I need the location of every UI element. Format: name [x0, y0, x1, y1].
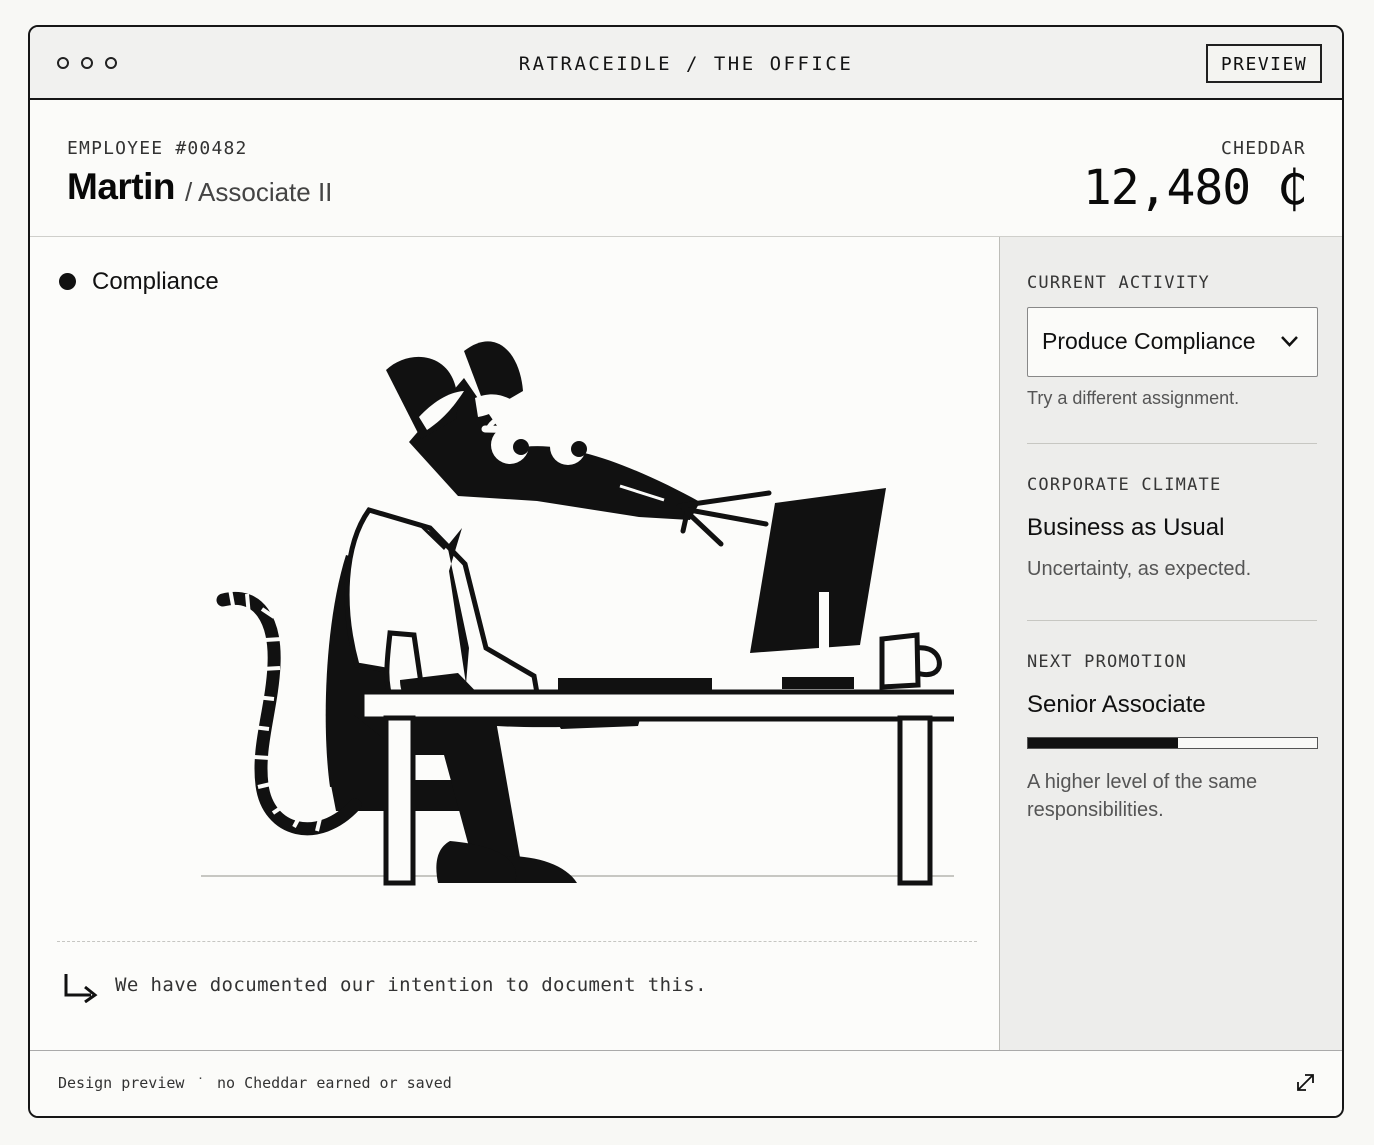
activity-panel: Compliance We have documented our intent…	[30, 237, 1000, 1050]
employee-header: EMPLOYEE #00482 Martin / Associate II CH…	[30, 100, 1342, 237]
corporate-climate-note: Uncertainty, as expected.	[1027, 558, 1252, 580]
preview-footer: Design preview · no Cheddar earned or sa…	[30, 1050, 1342, 1116]
status-dot-icon	[59, 273, 76, 290]
arrow-return-icon	[64, 974, 98, 1003]
footer-separator: ·	[198, 1069, 203, 1086]
employee-id: EMPLOYEE #00482	[67, 138, 248, 159]
desk-leg-right	[897, 715, 933, 886]
app-window: RATRACEIDLE / THE OFFICE PREVIEW EMPLOYE…	[28, 25, 1344, 1118]
desk-top	[359, 689, 954, 722]
activity-help-text: Try a different assignment.	[1027, 388, 1240, 408]
employee-sidebar: CURRENT ACTIVITY Produce Compliance Try …	[1000, 237, 1342, 1050]
footnote-divider	[57, 941, 977, 942]
window-titlebar: RATRACEIDLE / THE OFFICE PREVIEW	[30, 27, 1342, 100]
next-promotion-label: NEXT PROMOTION	[1027, 652, 1188, 672]
employee-role: / Associate II	[185, 177, 333, 207]
current-activity-label: CURRENT ACTIVITY	[1027, 273, 1210, 293]
monitor-stand	[819, 592, 829, 685]
rat-office-worker-illustration	[201, 341, 954, 886]
corporate-climate-value: Business as Usual	[1027, 514, 1225, 541]
cheddar-balance: 12,480 ₵	[1082, 160, 1307, 216]
sidebar-divider	[1027, 620, 1317, 621]
computer-monitor	[750, 488, 886, 653]
footer-design-preview: Design preview	[58, 1074, 185, 1092]
rat-pupil-right	[571, 441, 587, 457]
ear-inner-front	[475, 394, 510, 417]
footer-cheddar-note: no Cheddar earned or saved	[217, 1074, 452, 1092]
keyboard	[558, 678, 712, 690]
employee-name: Martin	[67, 166, 176, 207]
activity-select[interactable]: Produce Compliance	[1027, 307, 1318, 377]
sidebar-divider	[1027, 443, 1317, 444]
preview-button[interactable]: PREVIEW	[1206, 44, 1322, 83]
activity-section-title: Compliance	[92, 268, 219, 295]
next-promotion-note: A higher level of the same responsibilit…	[1027, 771, 1258, 821]
expand-icon[interactable]	[1296, 1073, 1315, 1092]
window-title: RATRACEIDLE / THE OFFICE	[518, 53, 854, 75]
chevron-down-icon[interactable]	[1280, 335, 1299, 348]
promotion-progress-fill	[1028, 738, 1179, 748]
corporate-climate-label: CORPORATE CLIMATE	[1027, 475, 1222, 495]
activity-footnote: We have documented our intention to docu…	[115, 974, 707, 996]
cheddar-label: CHEDDAR	[1221, 138, 1306, 159]
rat-pupil-left	[513, 439, 529, 455]
next-promotion-value: Senior Associate	[1027, 691, 1206, 718]
activity-select-value[interactable]: Produce Compliance	[1042, 328, 1256, 355]
coffee-mug	[879, 632, 921, 690]
desk-leg-left	[383, 715, 416, 886]
promotion-progress-bar	[1027, 737, 1318, 749]
monitor-base	[782, 677, 854, 689]
